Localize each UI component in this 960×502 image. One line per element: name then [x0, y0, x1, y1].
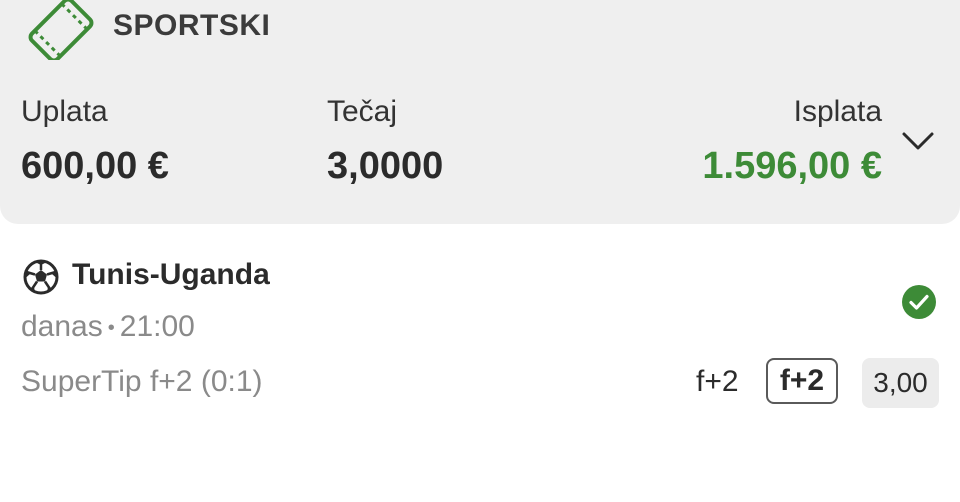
event-start-time: 21:00	[119, 310, 195, 343]
event-name[interactable]: Tunis-Uganda	[72, 258, 270, 292]
ticket-type-label: SPORTSKI	[113, 9, 271, 42]
time-separator: •	[107, 316, 115, 339]
chevron-down-icon[interactable]	[900, 126, 936, 156]
payout-value: 1.596,00 €	[702, 145, 882, 187]
stake-value: 600,00 €	[21, 145, 169, 187]
selection-text: f+2	[696, 365, 739, 398]
check-circle-icon	[902, 285, 936, 319]
total-odds-value: 3,0000	[327, 145, 444, 187]
stake-label: Uplata	[21, 95, 108, 128]
event-time: danas • 21:00	[21, 310, 195, 344]
selection-badge: f+2	[766, 358, 838, 404]
odds-chip[interactable]: 3,00	[862, 358, 939, 408]
ticket-icon	[28, 0, 94, 60]
event-row[interactable]: Tunis-Uganda danas • 21:00 SuperTip f+2 (0…	[0, 224, 960, 424]
event-day: danas	[21, 310, 103, 343]
market-name: SuperTip f+2 (0:1)	[21, 365, 263, 398]
ticket-summary-card: SPORTSKI Uplata 600,00 € Tečaj 3,0000 Is…	[0, 0, 960, 224]
total-odds-label: Tečaj	[327, 95, 398, 128]
soccer-ball-icon	[23, 259, 59, 295]
payout-label: Isplata	[793, 95, 882, 128]
